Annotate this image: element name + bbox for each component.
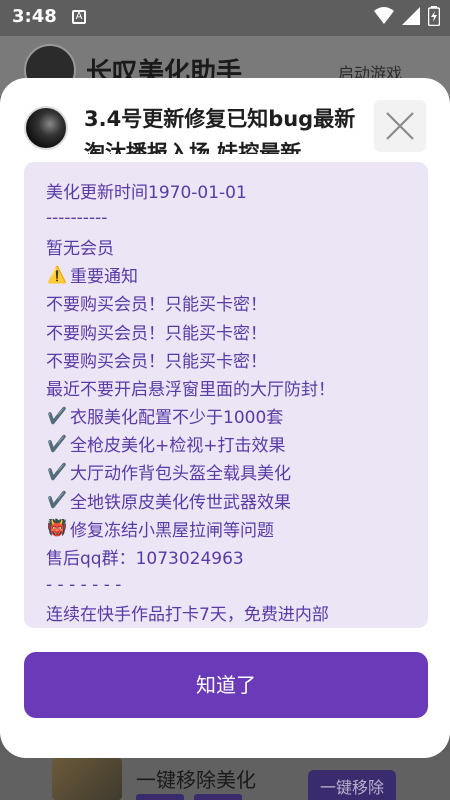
announcement-line-text: 不要购买会员！只能买卡密！ xyxy=(46,351,267,372)
status-bar: 3:48 A xyxy=(0,0,450,36)
announcement-line-text: 衣服美化配置不少于1000套 xyxy=(70,408,284,429)
announcement-line-text: 全地铁原皮美化传世武器效果 xyxy=(70,492,291,513)
announcement-line: 最近不要开启悬浮窗里面的大厅防封！ xyxy=(46,373,428,401)
announcement-line: 不要购买会员！只能买卡密！ xyxy=(46,289,428,317)
announcement-line-text: 暂无会员 xyxy=(46,238,114,259)
announcement-content: 美化更新时间1970-01-01 ---------- 暂无会员 ⚠️ 重要通知 不要购买… xyxy=(24,162,428,628)
close-icon xyxy=(386,112,414,140)
announcement-line-text: 不要购买会员！只能买卡密！ xyxy=(46,295,267,316)
announcement-line: ---------- xyxy=(46,204,428,232)
announcement-line-text: 全枪皮美化+检视+打击效果 xyxy=(70,436,286,457)
devil-icon: 👹 xyxy=(47,518,67,538)
wifi-icon xyxy=(374,7,394,24)
battery-icon xyxy=(428,6,440,26)
announcement-line: - - - - - - - xyxy=(46,571,428,599)
announcement-line-text: 重要通知 xyxy=(70,267,138,288)
announcement-line-text: 不要购买会员！只能买卡密！ xyxy=(46,323,267,344)
announcement-dialog: 3.4号更新修复已知bug最新淘汰播报入场 娃控最新 美化更新时间1970-01… xyxy=(0,78,450,758)
announcement-line: ✔️ 衣服美化配置不少于1000套 xyxy=(46,402,428,430)
announcement-line: ⚠️ 重要通知 xyxy=(46,261,428,289)
check-icon: ✔️ xyxy=(47,433,67,453)
announcement-line-text: 大厅动作背包头盔全载具美化 xyxy=(70,464,291,485)
announcement-line: 不要购买会员！只能买卡密！ xyxy=(46,345,428,373)
notification-a-icon: A xyxy=(72,10,86,24)
announcement-line-text: 售后qq群：1073024963 xyxy=(46,549,244,570)
feature-title: 一键移除美化 xyxy=(136,768,256,792)
feature-tag xyxy=(136,794,184,800)
announcement-line: ✔️ 全枪皮美化+检视+打击效果 xyxy=(46,430,428,458)
announcement-line: ✔️ 全地铁原皮美化传世武器效果 xyxy=(46,486,428,514)
announcement-line: 暂无会员 xyxy=(46,232,428,260)
announcement-line-text: ---------- xyxy=(46,208,108,229)
announcement-line-text: 最近不要开启悬浮窗里面的大厅防封！ xyxy=(46,379,335,400)
check-icon: ✔️ xyxy=(47,490,67,510)
close-button[interactable] xyxy=(374,100,426,152)
announcement-line: 👹 修复冻结小黑屋拉闸等问题 xyxy=(46,514,428,542)
announcement-line: 售后qq群：1073024963 xyxy=(46,542,428,570)
status-time: 3:48 xyxy=(12,6,57,27)
dialog-avatar xyxy=(24,106,68,150)
dialog-title: 3.4号更新修复已知bug最新淘汰播报入场 娃控最新 xyxy=(84,107,356,154)
feature-tag xyxy=(194,794,242,800)
announcement-line: 连续在快手作品打卡7天，免费进内部 xyxy=(46,599,428,627)
announcement-line-text: 美化更新时间1970-01-01 xyxy=(46,182,247,203)
announcement-line-text: - - - - - - - xyxy=(46,574,122,595)
status-icons xyxy=(374,6,440,26)
signal-icon xyxy=(402,7,420,25)
check-icon: ✔️ xyxy=(47,461,67,481)
announcement-line: ✔️ 大厅动作背包头盔全载具美化 xyxy=(46,458,428,486)
announcement-line: 美化更新时间1970-01-01 xyxy=(46,176,428,204)
remove-beautify-button[interactable]: 一键移除 xyxy=(308,770,396,800)
check-icon: ✔️ xyxy=(47,405,67,425)
warning-icon: ⚠️ xyxy=(47,264,67,284)
announcement-line-text: 连续在快手作品打卡7天，免费进内部 xyxy=(46,605,329,626)
ok-button[interactable]: 知道了 xyxy=(24,652,428,718)
announcement-line: 不要购买会员！只能买卡密！ xyxy=(46,317,428,345)
feature-thumbnail xyxy=(52,758,122,800)
announcement-line-text: 修复冻结小黑屋拉闸等问题 xyxy=(70,520,274,541)
